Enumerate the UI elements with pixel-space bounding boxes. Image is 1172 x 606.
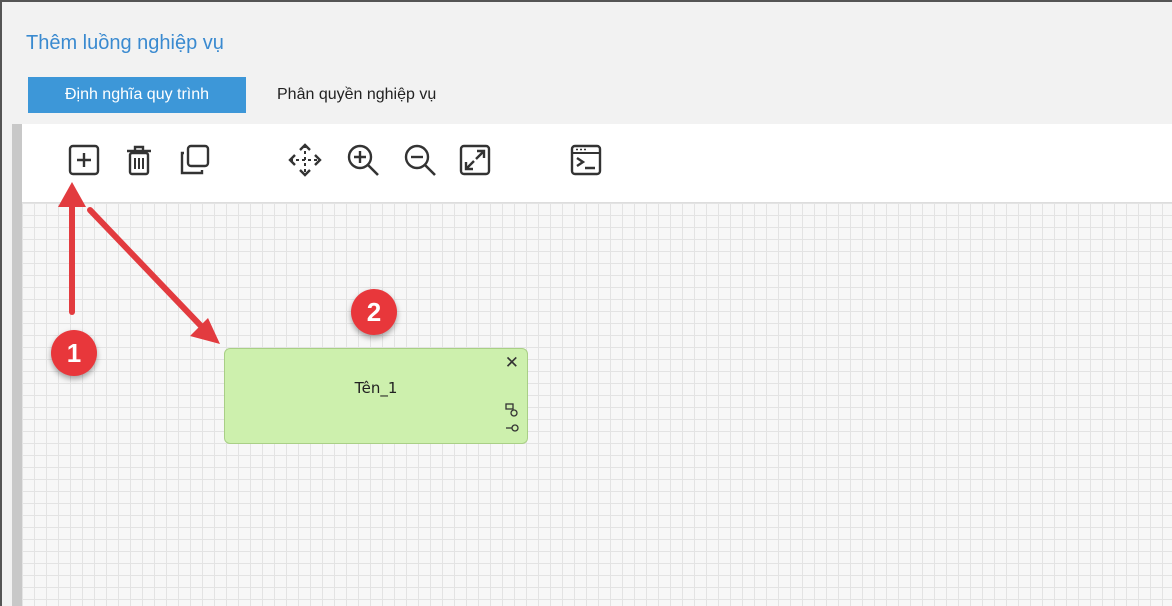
- link-node-icon[interactable]: [505, 403, 519, 417]
- fit-screen-button[interactable]: [455, 140, 495, 180]
- annotation-badge-2: 2: [351, 289, 397, 335]
- zoom-in-icon: [347, 144, 379, 176]
- add-node-button[interactable]: [64, 140, 104, 180]
- move-icon: [288, 143, 322, 177]
- zoom-out-button[interactable]: [400, 140, 440, 180]
- tab-process-definition[interactable]: Định nghĩa quy trình: [28, 77, 246, 113]
- fit-screen-icon: [459, 144, 491, 176]
- connector-icon[interactable]: [505, 421, 519, 435]
- process-node[interactable]: Tên_1 ✕: [224, 348, 528, 444]
- pan-button[interactable]: [285, 140, 325, 180]
- copy-icon: [180, 144, 210, 175]
- zoom-out-icon: [404, 144, 436, 176]
- copy-button[interactable]: [174, 140, 214, 180]
- diagram-canvas[interactable]: Tên_1 ✕: [22, 203, 1172, 606]
- close-icon[interactable]: ✕: [505, 353, 519, 373]
- delete-button[interactable]: [119, 140, 159, 180]
- console-icon: [570, 144, 602, 176]
- editor-toolbar: [22, 124, 1172, 203]
- app-window: Thêm luồng nghiệp vụ Định nghĩa quy trìn…: [0, 0, 1172, 606]
- workflow-editor: Tên_1 ✕: [12, 124, 1172, 606]
- node-label: Tên_1: [354, 379, 398, 397]
- console-button[interactable]: [566, 140, 606, 180]
- tab-permissions[interactable]: Phân quyền nghiệp vụ: [277, 77, 436, 113]
- annotation-badge-1: 1: [51, 330, 97, 376]
- add-icon: [68, 144, 100, 176]
- trash-icon: [127, 145, 151, 176]
- left-rail: [12, 124, 22, 606]
- zoom-in-button[interactable]: [343, 140, 383, 180]
- page-title: Thêm luồng nghiệp vụ: [26, 32, 224, 54]
